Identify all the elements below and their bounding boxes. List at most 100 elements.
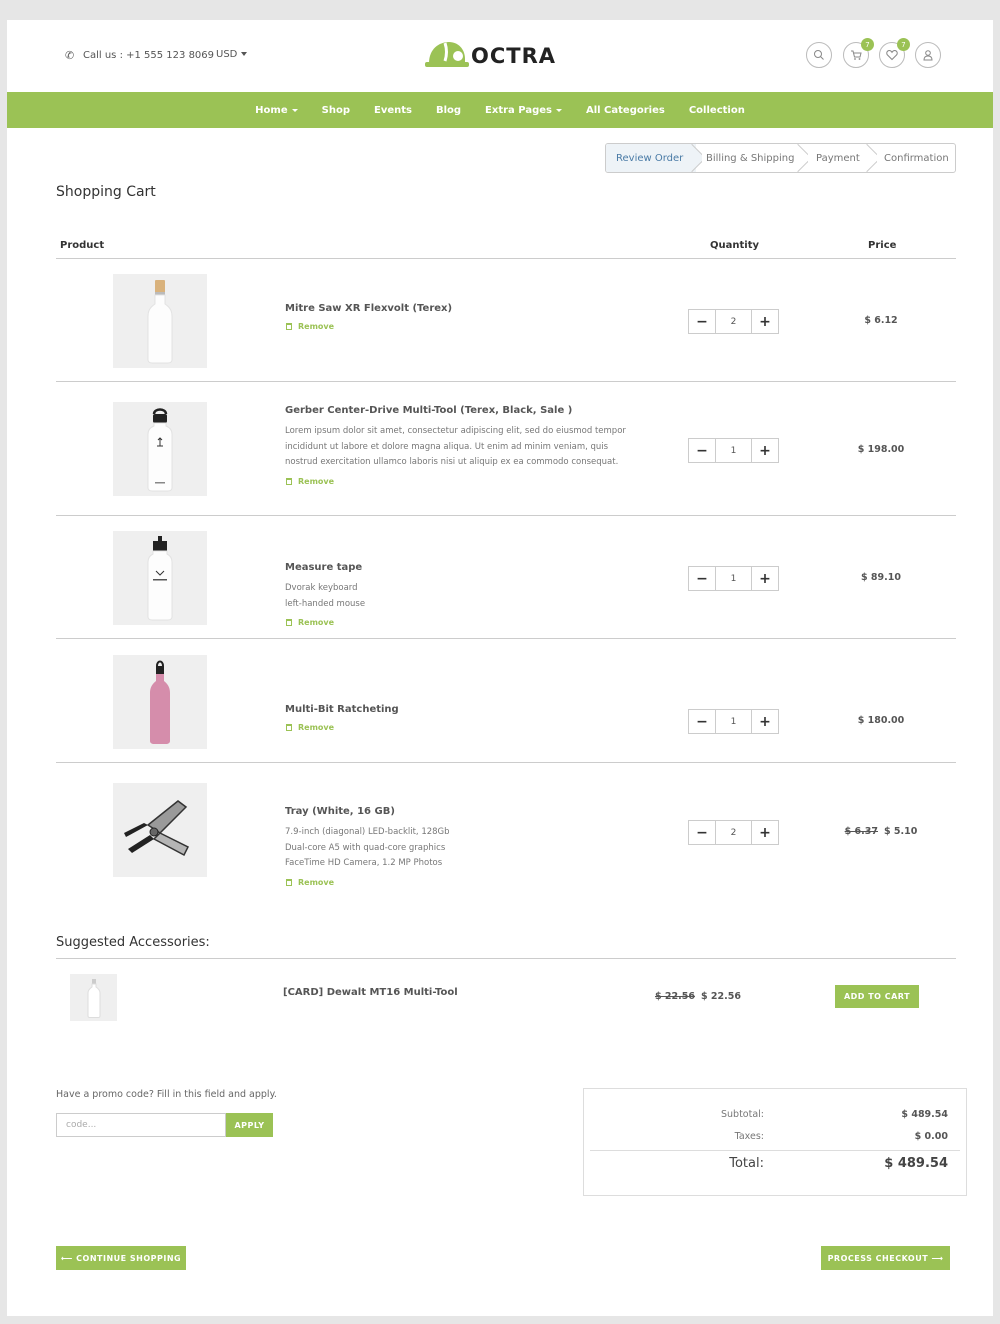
nav-events[interactable]: Events bbox=[362, 105, 424, 116]
add-to-cart-button[interactable]: ADD TO CART bbox=[835, 985, 919, 1008]
remove-label: Remove bbox=[298, 476, 335, 486]
cart-table-header: Product Quantity Price bbox=[56, 240, 956, 259]
quantity-stepper: − 1 + bbox=[688, 709, 779, 734]
product-image[interactable] bbox=[113, 402, 207, 496]
description-line: Lorem ipsum dolor sit amet, consectetur … bbox=[285, 426, 626, 436]
product-image[interactable] bbox=[113, 655, 207, 749]
description-line: incididunt ut labore et dolore magna ali… bbox=[285, 441, 609, 452]
remove-button[interactable]: Remove bbox=[285, 618, 645, 627]
trash-icon bbox=[286, 724, 292, 731]
price-value: $ 180.00 bbox=[857, 715, 905, 726]
step-billing-shipping[interactable]: Billing & Shipping bbox=[696, 144, 802, 172]
remove-label: Remove bbox=[298, 618, 335, 627]
cart-row: Multi-Bit Ratcheting Remove − 1 + $ 180.… bbox=[56, 639, 956, 763]
product-name[interactable]: Mitre Saw XR Flexvolt (Terex) bbox=[285, 303, 645, 314]
product-info: Multi-Bit Ratcheting Remove bbox=[285, 704, 645, 732]
continue-shopping-button[interactable]: ⟵ CONTINUE SHOPPING bbox=[56, 1246, 186, 1270]
accessory-name[interactable]: [CARD] Dewalt MT16 Multi-Tool bbox=[283, 987, 458, 998]
brand-name: OCTRA bbox=[471, 44, 557, 68]
promo-code-input[interactable]: code... bbox=[56, 1113, 226, 1137]
flask-bottle-icon bbox=[147, 408, 173, 492]
nav-collection[interactable]: Collection bbox=[677, 105, 757, 116]
quantity-stepper: − 2 + bbox=[688, 309, 779, 334]
quantity-input[interactable]: 1 bbox=[715, 710, 752, 733]
trash-icon bbox=[286, 878, 292, 886]
step-label: Confirmation bbox=[884, 152, 949, 164]
logo[interactable]: OCTRA bbox=[425, 36, 556, 76]
step-review-order[interactable]: Review Order bbox=[606, 144, 696, 172]
product-name[interactable]: Tray (White, 16 GB) bbox=[285, 806, 645, 817]
quantity-input[interactable]: 2 bbox=[715, 310, 752, 333]
wishlist-count-badge: 7 bbox=[897, 38, 910, 51]
step-divider bbox=[690, 144, 702, 172]
page-title: Shopping Cart bbox=[56, 184, 156, 200]
price: $ 180.00 bbox=[821, 715, 941, 726]
total-label: Total: bbox=[729, 1156, 764, 1171]
decrement-button[interactable]: − bbox=[689, 821, 715, 844]
cart-row: Tray (White, 16 GB) 7.9-inch (diagonal) … bbox=[56, 763, 956, 893]
remove-button[interactable]: Remove bbox=[285, 723, 645, 732]
product-image[interactable] bbox=[113, 783, 207, 877]
decrement-button[interactable]: − bbox=[689, 567, 715, 590]
search-button[interactable] bbox=[806, 42, 832, 68]
decrement-button[interactable]: − bbox=[689, 310, 715, 333]
nav-home[interactable]: Home bbox=[243, 105, 309, 116]
description-line: nostrud exercitation ullamco laboris nis… bbox=[285, 457, 619, 467]
remove-button[interactable]: Remove bbox=[285, 322, 645, 331]
increment-button[interactable]: + bbox=[752, 821, 778, 844]
increment-button[interactable]: + bbox=[752, 567, 778, 590]
accessory-image[interactable] bbox=[70, 974, 117, 1021]
product-image[interactable] bbox=[113, 274, 207, 368]
process-checkout-button[interactable]: PROCESS CHECKOUT ⟶ bbox=[821, 1246, 950, 1270]
price-value: $ 198.00 bbox=[857, 444, 905, 455]
description-line: left-handed mouse bbox=[285, 598, 366, 609]
price-value: $ 89.10 bbox=[861, 572, 901, 583]
product-description: Dvorak keyboard left-handed mouse bbox=[285, 581, 645, 612]
sport-bottle-icon bbox=[147, 536, 173, 621]
decrement-button[interactable]: − bbox=[689, 710, 715, 733]
nav-extra-pages[interactable]: Extra Pages bbox=[473, 105, 574, 116]
step-confirmation[interactable]: Confirmation bbox=[871, 144, 955, 172]
increment-button[interactable]: + bbox=[752, 439, 778, 462]
quantity-input[interactable]: 2 bbox=[715, 821, 752, 844]
header-price: Price bbox=[868, 240, 897, 251]
old-price: $ 22.56 bbox=[655, 991, 695, 1002]
nav-label: Events bbox=[373, 104, 412, 116]
quantity-input[interactable]: 1 bbox=[715, 567, 752, 590]
trash-icon bbox=[286, 619, 292, 626]
wishlist-button[interactable]: 7 bbox=[879, 38, 910, 68]
step-label: Billing & Shipping bbox=[706, 152, 795, 164]
product-name[interactable]: Gerber Center-Drive Multi-Tool (Terex, B… bbox=[285, 405, 645, 416]
step-label: Payment bbox=[816, 152, 860, 164]
remove-button[interactable]: Remove bbox=[285, 878, 645, 887]
cart-button[interactable]: 7 bbox=[843, 38, 874, 68]
remove-button[interactable]: Remove bbox=[285, 477, 645, 486]
cart-row: Gerber Center-Drive Multi-Tool (Terex, B… bbox=[56, 382, 956, 516]
quantity-input[interactable]: 1 bbox=[715, 439, 752, 462]
nav-blog[interactable]: Blog bbox=[424, 105, 473, 116]
nav-all-categories[interactable]: All Categories bbox=[574, 105, 677, 116]
increment-button[interactable]: + bbox=[752, 710, 778, 733]
call-text: Call us : +1 555 123 8069 bbox=[83, 50, 215, 61]
account-button[interactable] bbox=[915, 42, 941, 68]
product-name[interactable]: Measure tape bbox=[285, 562, 645, 573]
product-name[interactable]: Multi-Bit Ratcheting bbox=[285, 704, 645, 715]
apply-button[interactable]: APPLY bbox=[226, 1113, 273, 1137]
cart-count-badge: 7 bbox=[861, 38, 874, 51]
product-image[interactable] bbox=[113, 531, 207, 625]
total-value: $ 489.54 bbox=[884, 1156, 948, 1171]
description-line: Dual-core A5 with quad-core graphics bbox=[285, 842, 446, 853]
decrement-button[interactable]: − bbox=[689, 439, 715, 462]
top-header: ✆ Call us : +1 555 123 8069 USD OCTRA 7 … bbox=[7, 20, 993, 92]
currency-selector[interactable]: USD bbox=[216, 49, 248, 60]
price-value: $ 5.10 bbox=[884, 826, 918, 837]
subtotal-value: $ 489.54 bbox=[901, 1109, 948, 1120]
product-info: Measure tape Dvorak keyboard left-handed… bbox=[285, 562, 645, 627]
divider bbox=[56, 958, 956, 959]
nav-shop[interactable]: Shop bbox=[310, 105, 362, 116]
increment-button[interactable]: + bbox=[752, 310, 778, 333]
description-line: Dvorak keyboard bbox=[285, 583, 358, 593]
step-payment[interactable]: Payment bbox=[802, 144, 871, 172]
nav-label: Blog bbox=[435, 104, 462, 116]
cart-row: Mitre Saw XR Flexvolt (Terex) Remove − 2… bbox=[56, 259, 956, 382]
